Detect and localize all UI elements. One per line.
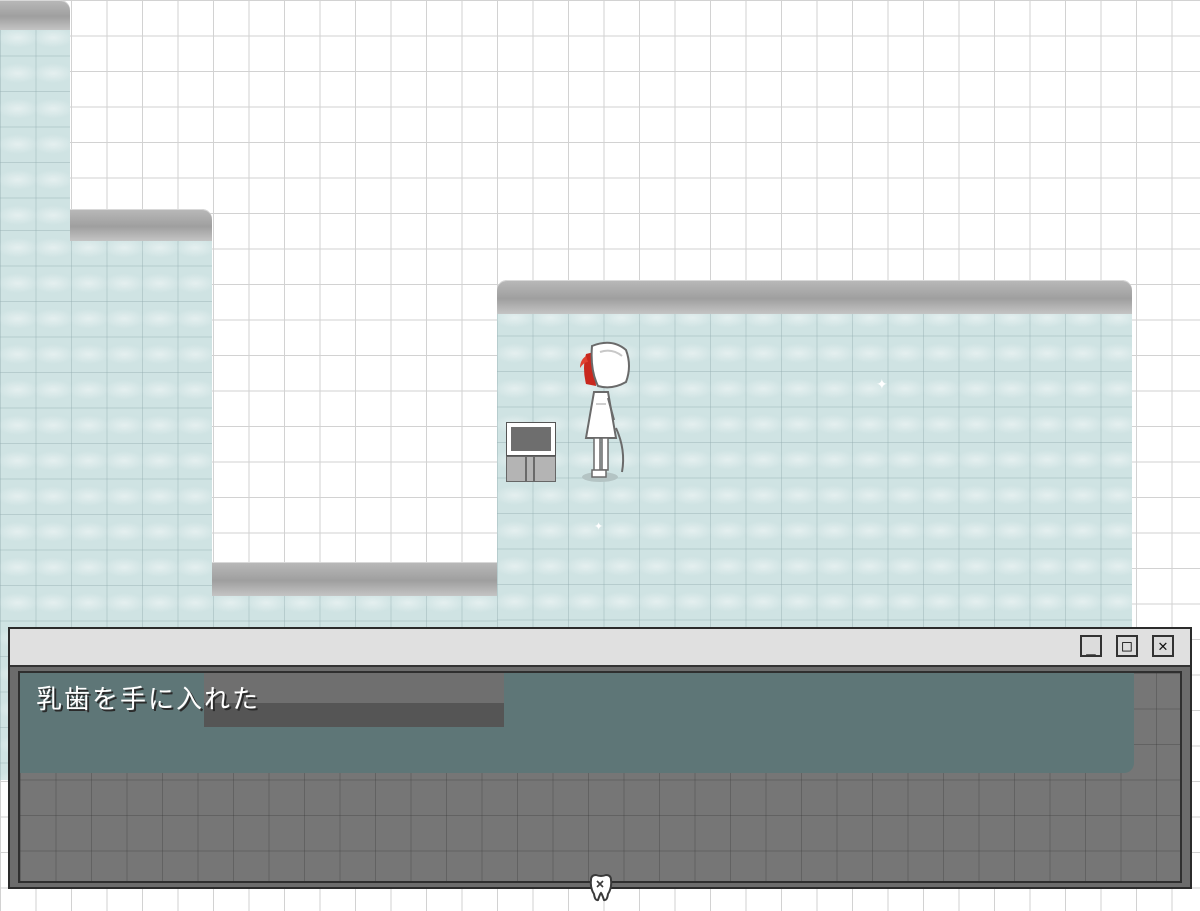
terminal-base bbox=[506, 456, 556, 482]
sparkle-icon: ✦ bbox=[594, 520, 604, 533]
close-button[interactable]: ✕ bbox=[1152, 635, 1174, 657]
message-content: 乳歯を手に入れた bbox=[18, 671, 1182, 883]
message-window: _ □ ✕ 乳歯を手に入れた bbox=[8, 627, 1192, 889]
minimize-button[interactable]: _ bbox=[1080, 635, 1102, 657]
sparkle-icon: ✦ bbox=[876, 377, 888, 393]
ledge-bottom bbox=[212, 562, 498, 596]
window-titlebar: _ □ ✕ bbox=[10, 629, 1190, 667]
computer-terminal-icon[interactable] bbox=[506, 422, 556, 482]
dialog-message: 乳歯を手に入れた bbox=[36, 685, 261, 715]
maximize-button[interactable]: □ bbox=[1116, 635, 1138, 657]
baby-tooth-icon[interactable] bbox=[588, 874, 614, 902]
ledge-step bbox=[70, 209, 212, 241]
ledge-room bbox=[497, 280, 1132, 314]
ledge-left-top bbox=[0, 0, 70, 30]
terminal-screen bbox=[506, 422, 556, 456]
player-character[interactable] bbox=[572, 340, 642, 485]
